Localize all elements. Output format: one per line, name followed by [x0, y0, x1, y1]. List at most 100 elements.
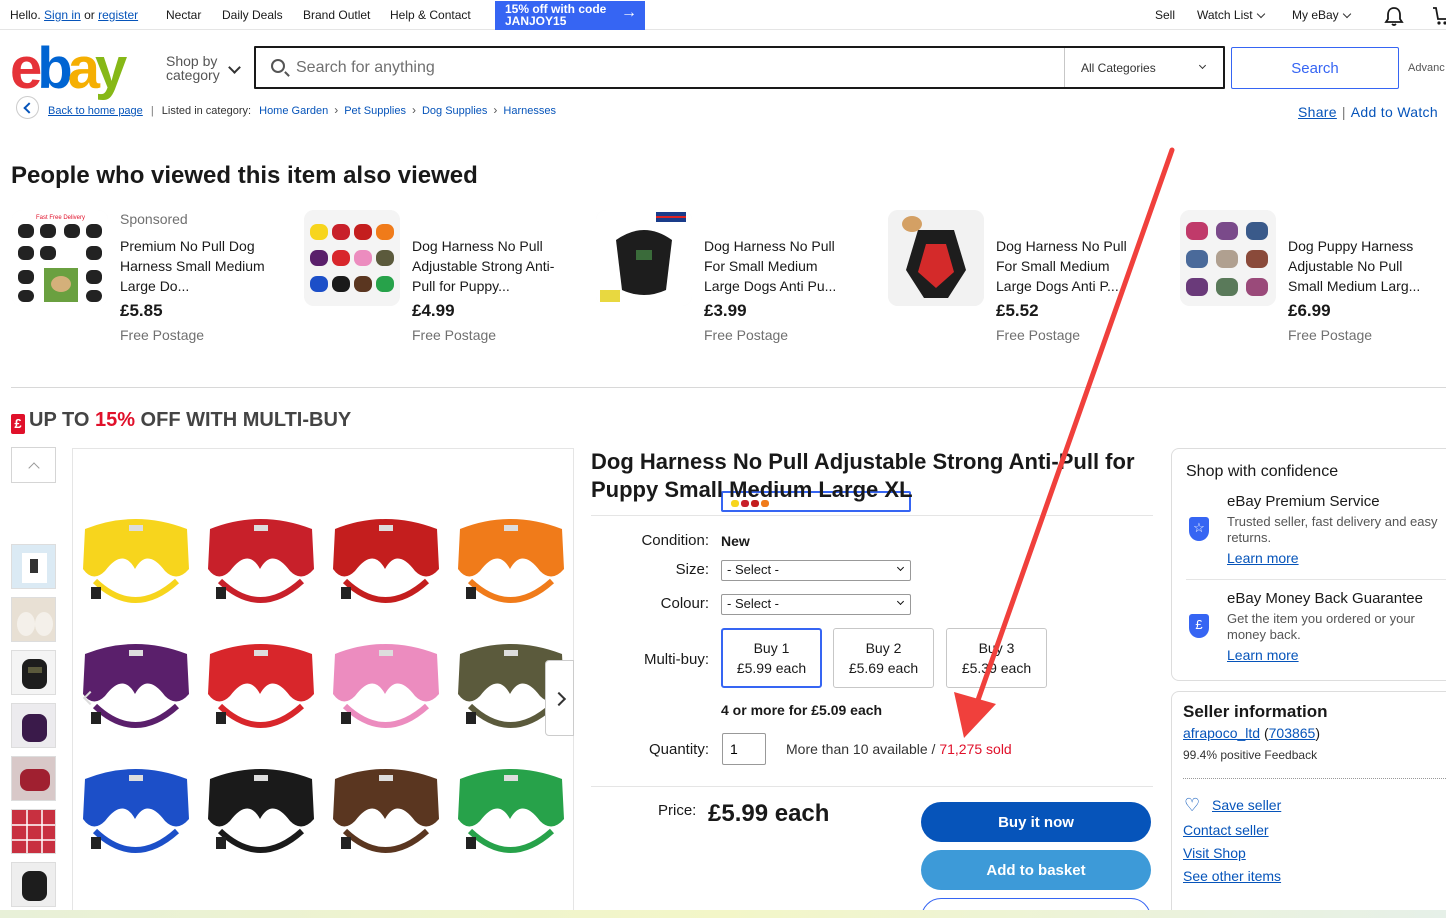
product-title[interactable]: Dog Puppy Harness Adjustable No Pull Sma…: [1288, 236, 1433, 296]
breadcrumb-dog-supplies[interactable]: Dog Supplies: [422, 105, 487, 117]
back-to-home-link[interactable]: Back to home page: [48, 105, 143, 117]
shop-by-category[interactable]: Shop by category: [166, 54, 220, 82]
top-nav: Hello. Sign in or register Nectar Daily …: [0, 0, 1446, 30]
gallery-thumbnail[interactable]: [11, 809, 56, 854]
visit-shop-link[interactable]: Visit Shop: [1183, 845, 1246, 861]
harness-item: [458, 769, 564, 853]
next-image-button[interactable]: [545, 660, 574, 736]
breadcrumb-pet-supplies[interactable]: Pet Supplies: [344, 105, 406, 117]
advanced-search-link[interactable]: Advanc: [1408, 62, 1445, 74]
gallery-thumbnail[interactable]: [11, 703, 56, 748]
save-seller-link[interactable]: Save seller: [1212, 797, 1281, 813]
product-thumbnail[interactable]: [596, 210, 692, 306]
colour-label: Colour:: [660, 595, 709, 612]
promo-banner[interactable]: 15% off with code JANJOY15 →: [495, 1, 645, 30]
gallery-thumbnail[interactable]: [11, 597, 56, 642]
gallery-thumbnail[interactable]: [11, 756, 56, 801]
harness-item: [208, 644, 314, 728]
seller-name-line: afrapoco_ltd (703865): [1183, 725, 1320, 741]
sponsored-label: Sponsored: [120, 211, 188, 227]
gallery-thumbnail[interactable]: [11, 862, 56, 907]
nav-watch-list[interactable]: Watch List: [1197, 8, 1265, 22]
nav-help-contact[interactable]: Help & Contact: [390, 8, 471, 22]
sponsored-label: [1288, 210, 1433, 230]
search-button[interactable]: Search: [1231, 47, 1399, 89]
product-price: £5.85: [120, 301, 163, 320]
chevron-down-icon[interactable]: [228, 61, 241, 74]
main-product-image[interactable]: [72, 448, 574, 918]
buy-it-now-button[interactable]: Buy it now: [921, 802, 1151, 842]
learn-more-link[interactable]: Learn more: [1227, 550, 1299, 566]
breadcrumb-home-garden[interactable]: Home Garden: [259, 105, 328, 117]
heart-icon[interactable]: ♡: [1184, 796, 1202, 814]
divider: [591, 786, 1153, 787]
cart-icon[interactable]: [1432, 5, 1446, 27]
sign-in-link[interactable]: Sign in: [44, 8, 81, 22]
also-viewed-card[interactable]: Fast Free Delivery Sponsored Premium No …: [12, 210, 297, 350]
postage-label: Free Postage: [704, 327, 789, 343]
share-link[interactable]: Share: [1298, 104, 1337, 120]
seller-name-link[interactable]: afrapoco_ltd: [1183, 725, 1260, 741]
nav-my-ebay[interactable]: My eBay: [1292, 8, 1351, 22]
seller-feedback: 99.4% positive Feedback: [1183, 748, 1318, 762]
harness-colors-image: [83, 519, 564, 853]
also-viewed-card[interactable]: Dog Harness No Pull For Small Medium Lar…: [888, 210, 1173, 350]
pound-shield-icon: £: [1189, 614, 1209, 638]
see-other-items-link[interactable]: See other items: [1183, 868, 1281, 884]
product-title[interactable]: Premium No Pull Dog Harness Small Medium…: [120, 236, 265, 296]
multibuy-option-3[interactable]: Buy 3 £5.39 each: [946, 628, 1047, 688]
breadcrumb-harnesses[interactable]: Harnesses: [503, 105, 556, 117]
multibuy-qty: Buy 2: [865, 640, 902, 656]
chevron-right-icon: ›: [334, 103, 339, 117]
category-select-value: All Categories: [1081, 61, 1156, 75]
also-viewed-card[interactable]: Dog Puppy Harness Adjustable No Pull Sma…: [1180, 210, 1446, 350]
add-to-basket-button[interactable]: Add to basket: [921, 850, 1151, 890]
nav-daily-deals[interactable]: Daily Deals: [222, 8, 283, 22]
colour-select[interactable]: - Select -: [721, 594, 911, 615]
product-thumbnail[interactable]: [304, 210, 400, 306]
nav-sell[interactable]: Sell: [1155, 8, 1175, 22]
product-title[interactable]: Dog Harness No Pull For Small Medium Lar…: [704, 236, 849, 296]
pound-tag-icon: £: [11, 414, 25, 434]
harness-item: [208, 769, 314, 853]
back-arrow-icon[interactable]: [16, 96, 39, 119]
register-link[interactable]: register: [98, 8, 138, 22]
size-select[interactable]: - Select -: [721, 560, 911, 581]
shop-with-confidence-panel: [1171, 448, 1446, 681]
ebay-logo[interactable]: ebay: [10, 40, 127, 98]
product-thumbnail[interactable]: [1180, 210, 1276, 306]
also-viewed-card[interactable]: Dog Harness No Pull For Small Medium Lar…: [596, 210, 881, 350]
gallery-thumbnail[interactable]: [11, 650, 56, 695]
thumbnail-scroll-up-button[interactable]: [11, 447, 56, 483]
product-thumbnail[interactable]: [888, 210, 984, 306]
previous-image-button[interactable]: [73, 660, 102, 736]
or-text: or: [84, 8, 95, 22]
multibuy-option-1[interactable]: Buy 1 £5.99 each: [721, 628, 822, 688]
learn-more-link[interactable]: Learn more: [1227, 647, 1299, 663]
product-thumbnail[interactable]: Fast Free Delivery: [12, 210, 108, 306]
multibuy-option-2[interactable]: Buy 2 £5.69 each: [833, 628, 934, 688]
add-to-watch-link[interactable]: Add to Watch: [1351, 104, 1438, 120]
quantity-input[interactable]: [722, 733, 766, 765]
product-title[interactable]: Dog Harness No Pull For Small Medium Lar…: [996, 236, 1141, 296]
chevron-down-icon: [896, 597, 905, 606]
svg-text:Fast Free Delivery: Fast Free Delivery: [36, 215, 85, 221]
sold-count: 71,275 sold: [939, 741, 1012, 757]
product-price: £3.99: [704, 301, 747, 320]
seller-heading: Seller information: [1183, 702, 1328, 721]
nav-brand-outlet[interactable]: Brand Outlet: [303, 8, 370, 22]
also-viewed-card[interactable]: Dog Harness No Pull Adjustable Strong An…: [304, 210, 589, 350]
contact-seller-link[interactable]: Contact seller: [1183, 822, 1269, 838]
banner-suffix: OFF WITH MULTI-BUY: [134, 409, 352, 431]
nav-nectar[interactable]: Nectar: [166, 8, 201, 22]
bell-icon[interactable]: [1383, 5, 1405, 27]
seller-score-link[interactable]: 703865: [1269, 725, 1316, 741]
category-select[interactable]: All Categories: [1064, 48, 1223, 87]
harness-grid-image: Fast Free Delivery: [12, 210, 108, 306]
sponsored-label: [996, 210, 1141, 230]
product-title[interactable]: Dog Harness No Pull Adjustable Strong An…: [412, 236, 557, 296]
divider: [1186, 579, 1446, 580]
quantity-label: Quantity:: [648, 741, 709, 758]
search-input[interactable]: [296, 56, 1056, 80]
gallery-thumbnail[interactable]: [11, 544, 56, 589]
